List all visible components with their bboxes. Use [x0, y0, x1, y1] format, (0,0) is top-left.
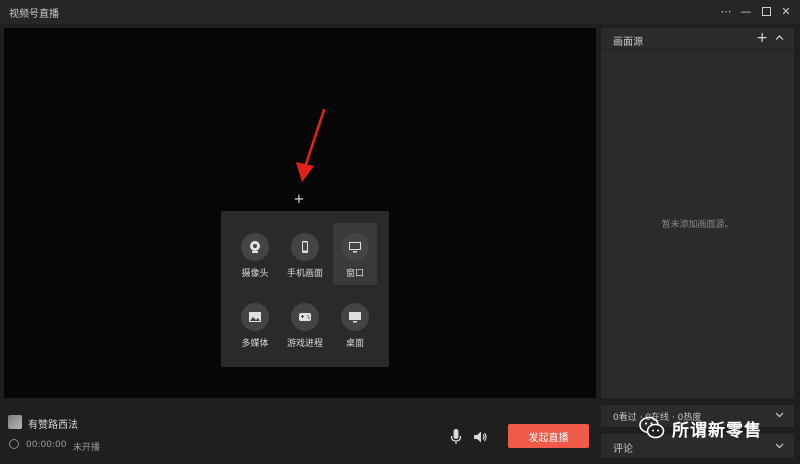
chevron-down-icon[interactable]: [775, 410, 784, 422]
speaker-icon[interactable]: [472, 429, 488, 445]
menu-label: 多媒体: [241, 339, 269, 349]
source-menu: 摄像头 手机画面 窗口 多媒体 游戏进程 桌面: [221, 211, 389, 367]
phone-icon: [291, 233, 319, 261]
menu-item-window[interactable]: 窗口: [333, 223, 377, 285]
image-icon: [241, 303, 269, 331]
menu-label: 游戏进程: [286, 339, 323, 349]
live-status: 未开播: [73, 443, 101, 453]
menu-label: 手机画面: [286, 269, 323, 279]
go-live-button[interactable]: 发起直播: [508, 424, 589, 448]
annotation-arrow: [296, 108, 326, 182]
menu-label: 摄像头: [241, 269, 269, 279]
menu-item-desktop[interactable]: 桌面: [333, 293, 377, 355]
title-bar: 视频号直播 ⋯ — ✕: [0, 0, 800, 24]
user-name: 有赞路西法: [28, 420, 78, 431]
menu-item-camera[interactable]: 摄像头: [233, 223, 277, 285]
desktop-icon: [341, 303, 369, 331]
watermark-text: 所谓新零售: [672, 420, 762, 441]
window-icon: [341, 233, 369, 261]
watermark: 所谓新零售: [638, 410, 762, 446]
comments-label: 评论: [613, 444, 633, 455]
close-icon[interactable]: ✕: [778, 2, 794, 20]
game-icon: [291, 303, 319, 331]
menu-label: 窗口: [345, 269, 364, 279]
microphone-icon[interactable]: [449, 428, 463, 446]
menu-item-media[interactable]: 多媒体: [233, 293, 277, 355]
add-icon[interactable]: +: [756, 30, 768, 46]
maximize-icon[interactable]: [758, 2, 774, 20]
chevron-down-icon[interactable]: [775, 441, 784, 453]
wechat-icon: [639, 416, 665, 439]
menu-item-phone[interactable]: 手机画面: [283, 223, 327, 285]
minimize-icon[interactable]: —: [738, 2, 754, 20]
more-icon[interactable]: ⋯: [718, 2, 734, 20]
add-source-icon[interactable]: +: [292, 193, 306, 207]
source-panel-title: 画面源: [613, 37, 643, 48]
avatar: [8, 415, 22, 429]
window-controls: ⋯ — ✕: [718, 2, 794, 20]
empty-sources-text: 暂未添加画面源。: [661, 220, 734, 230]
app-title: 视频号直播: [9, 9, 59, 20]
source-panel-header: 画面源 +: [601, 28, 794, 50]
source-panel: 画面源 + 暂未添加画面源。: [601, 28, 794, 398]
menu-label: 桌面: [345, 339, 364, 349]
live-timer: 00:00:00: [26, 440, 67, 450]
camera-icon: [241, 233, 269, 261]
menu-item-game[interactable]: 游戏进程: [283, 293, 327, 355]
clock-icon: [9, 439, 19, 449]
chevron-up-icon[interactable]: [775, 33, 784, 45]
